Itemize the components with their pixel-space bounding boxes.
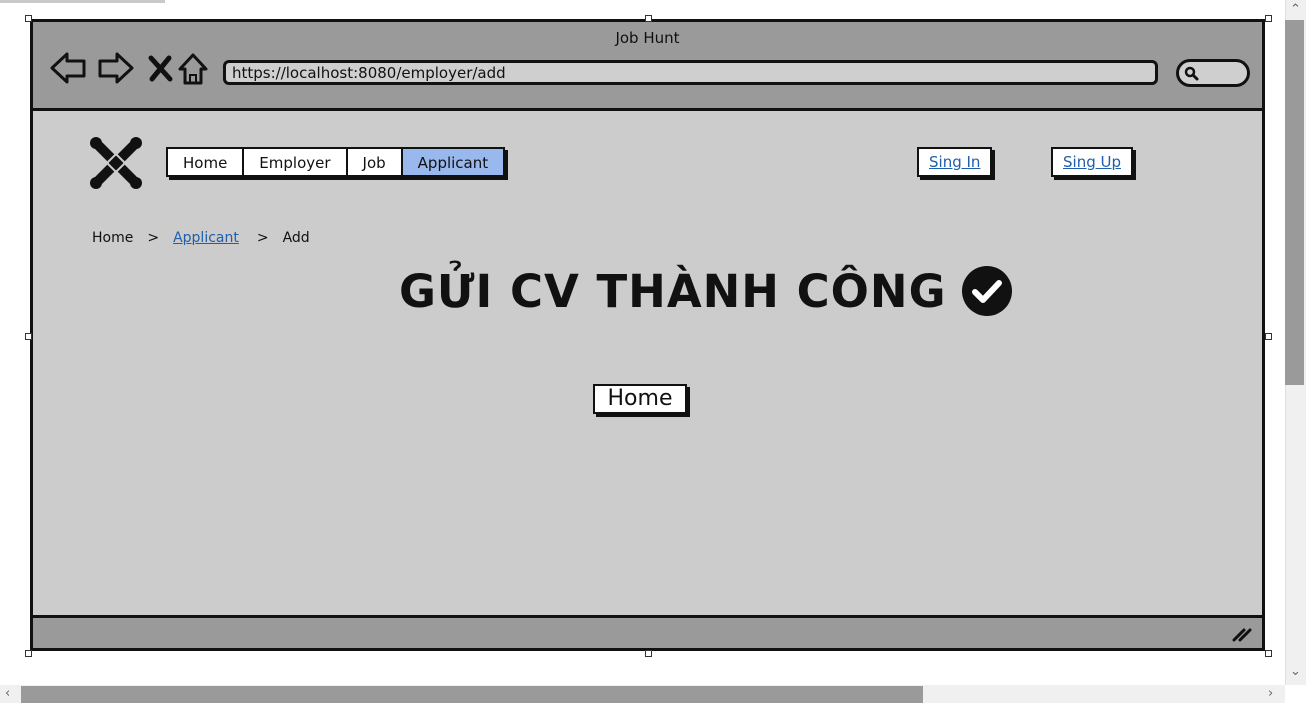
menu-item-job[interactable]: Job xyxy=(347,149,403,175)
search-icon xyxy=(1184,66,1199,81)
sign-up-button[interactable]: Sing Up xyxy=(1051,147,1133,177)
selection-handle[interactable] xyxy=(1265,15,1272,22)
breadcrumb: Home > Applicant > Add xyxy=(92,230,310,246)
success-headline: GỬI CV THÀNH CÔNG xyxy=(399,265,947,318)
scroll-left-icon[interactable]: ‹ xyxy=(5,686,10,701)
canvas: Job Hunt https://localhost:8080/employer… xyxy=(0,0,1306,703)
selection-handle[interactable] xyxy=(1265,333,1272,340)
selection-handle[interactable] xyxy=(25,15,32,22)
logo-icon xyxy=(90,137,142,189)
menu-item-employer[interactable]: Employer xyxy=(244,149,348,175)
scroll-right-icon[interactable]: › xyxy=(1268,686,1273,701)
breadcrumb-separator: > xyxy=(256,230,269,246)
check-circle-icon xyxy=(962,266,1012,316)
menu-item-applicant[interactable]: Applicant xyxy=(402,149,504,175)
url-field[interactable]: https://localhost:8080/employer/add xyxy=(223,60,1158,85)
window-title: Job Hunt xyxy=(615,29,680,47)
breadcrumb-separator: > xyxy=(147,230,160,246)
scroll-up-icon[interactable]: ⌃ xyxy=(1290,2,1301,17)
browser-statusbar xyxy=(33,615,1262,648)
scroll-down-icon[interactable]: ⌄ xyxy=(1290,664,1301,679)
main-menu: Home Employer Job Applicant xyxy=(166,147,506,177)
home-button[interactable]: Home xyxy=(593,384,687,414)
top-strip xyxy=(0,0,165,3)
home-icon[interactable] xyxy=(174,49,214,89)
breadcrumb-item-add: Add xyxy=(282,230,310,246)
forward-arrow-icon[interactable] xyxy=(95,49,135,89)
selection-handle[interactable] xyxy=(1265,650,1272,657)
vertical-scroll-thumb[interactable] xyxy=(1285,20,1304,385)
selection-handle[interactable] xyxy=(25,333,32,340)
breadcrumb-item-home[interactable]: Home xyxy=(92,230,133,246)
browser-window: Job Hunt https://localhost:8080/employer… xyxy=(30,19,1265,651)
selection-handle[interactable] xyxy=(645,650,652,657)
search-field[interactable] xyxy=(1176,59,1250,87)
browser-titlebar: Job Hunt https://localhost:8080/employer… xyxy=(33,22,1262,111)
back-arrow-icon[interactable] xyxy=(49,49,89,89)
menu-item-home[interactable]: Home xyxy=(168,149,245,175)
sign-in-button[interactable]: Sing In xyxy=(917,147,993,177)
horizontal-scroll-thumb[interactable] xyxy=(21,686,923,703)
selection-handle[interactable] xyxy=(645,15,652,22)
selection-handle[interactable] xyxy=(25,650,32,657)
resize-grip-icon[interactable] xyxy=(1230,622,1252,644)
breadcrumb-item-applicant[interactable]: Applicant xyxy=(173,230,239,246)
